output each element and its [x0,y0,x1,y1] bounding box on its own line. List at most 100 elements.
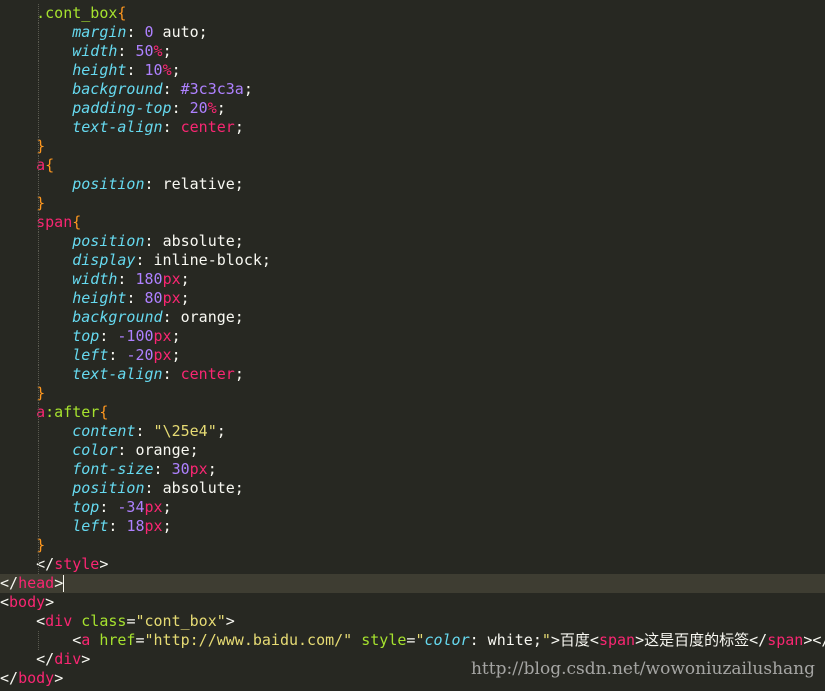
indent-guide [38,517,39,536]
code-token: ; [207,460,217,478]
code-token: inline-block; [153,251,271,269]
code-token: : [135,251,154,269]
code-token: 50 [135,42,154,60]
code-token: : [126,289,145,307]
code-line: content: "\25e4"; [0,422,825,441]
code-token: < [0,593,10,611]
code-area[interactable]: .cont_box{ margin: 0 auto; width: 50%; h… [0,4,825,688]
code-token: px [144,517,163,535]
code-token: " [541,631,551,649]
code-token: ; [171,327,181,345]
code-token: 0 [144,23,154,41]
code-token: : [126,61,145,79]
code-token: "http://www.baidu.com/" [144,631,353,649]
code-token: span [598,631,636,649]
code-line: text-align: center; [0,365,825,384]
code-token: orange; [180,308,244,326]
code-token: : [162,308,181,326]
indent-guide [38,118,39,137]
indent-guide [38,498,39,517]
code-token: left [0,346,109,364]
code-line: margin: 0 auto; [0,23,825,42]
indent-guide [38,403,39,422]
code-token: color [424,631,470,649]
code-token: ; [180,289,190,307]
code-token: : [144,479,163,497]
indent-guide [38,42,39,61]
code-line: position: absolute; [0,232,825,251]
indent-guide [38,384,39,403]
code-line: text-align: center; [0,118,825,137]
indent-guide [38,232,39,251]
code-token: : [108,346,127,364]
code-token: style [54,555,100,573]
indent-guide [38,99,39,118]
code-token: width [0,270,118,288]
code-token: ; [216,99,226,117]
code-token: : [162,365,181,383]
indent-guide [38,422,39,441]
code-token: > [225,612,235,630]
indent-guide [38,137,39,156]
indent-guide [38,536,39,555]
code-token: : [171,99,190,117]
code-token: body [9,593,46,611]
code-token: { [117,4,127,22]
code-editor[interactable]: .cont_box{ margin: 0 auto; width: 50%; h… [0,0,825,691]
code-token: px [153,346,172,364]
code-token: padding-top [0,99,172,117]
code-line: display: inline-block; [0,251,825,270]
code-token: relative; [162,175,244,193]
code-line: top: -34px; [0,498,825,517]
indent-guide [38,308,39,327]
code-token: </ [0,650,55,668]
code-token: ; [171,61,181,79]
code-token: px [144,498,163,516]
code-token: </ [0,669,19,687]
code-token: ; [162,498,172,516]
code-token: background [0,308,163,326]
code-token: : [135,422,154,440]
code-token: content [0,422,136,440]
code-line: .cont_box{ [0,4,825,23]
code-line: <a href="http://www.baidu.com/" style="c… [0,631,825,650]
code-line: width: 180px; [0,270,825,289]
code-token: > [81,650,91,668]
code-token: ; [180,270,190,288]
code-token: body [18,669,55,687]
code-token: orange; [135,441,199,459]
code-token: 20 [189,99,208,117]
indent-guide [38,270,39,289]
code-token: span [767,631,804,649]
code-line: height: 10%; [0,61,825,80]
code-token: 30 [171,460,190,478]
indent-guide [38,365,39,384]
code-token: >这是百度的标签</ [635,631,768,649]
indent-guide [38,80,39,99]
code-line: a:after{ [0,403,825,422]
code-line: </style> [0,555,825,574]
code-line: } [0,384,825,403]
code-line: position: absolute; [0,479,825,498]
code-token: text-align [0,365,163,383]
code-line: padding-top: 20%; [0,99,825,118]
code-token: font-size [0,460,154,478]
indent-guide [38,175,39,194]
code-token: position [0,175,145,193]
code-token: center [180,365,235,383]
code-token: height [0,61,127,79]
code-token: class [72,612,127,630]
indent-guide [38,555,39,574]
code-token: </ [0,555,55,573]
code-token: : [99,498,118,516]
code-line: top: -100px; [0,327,825,346]
code-token: % [153,42,163,60]
code-token: div [54,650,82,668]
code-token: : [99,327,118,345]
code-token: -34 [117,498,145,516]
indent-guide [38,4,39,23]
code-token: : [126,23,145,41]
code-token: : [108,517,127,535]
code-token: ; [162,517,172,535]
code-token: 180 [135,270,163,288]
